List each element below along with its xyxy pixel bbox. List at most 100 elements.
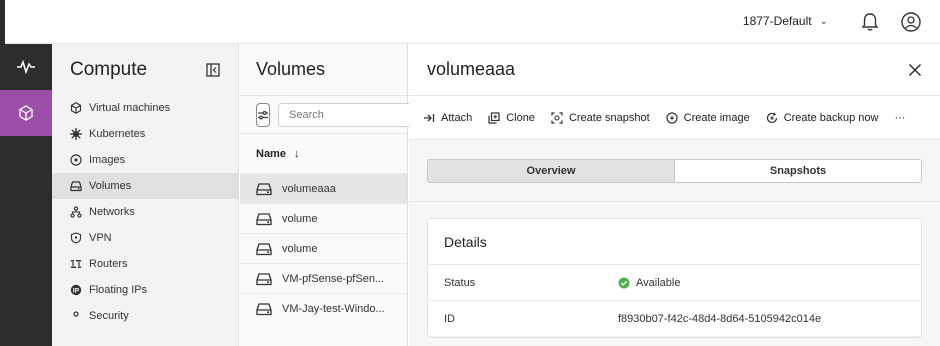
pulse-icon <box>17 60 35 74</box>
disc-icon <box>70 154 82 166</box>
list-item[interactable]: VM-Jay-test-Windo... <box>240 293 407 323</box>
list-item-label: volume <box>282 242 318 255</box>
project-selector[interactable]: 1877-Default ⌄ <box>743 14 828 28</box>
check-circle-icon <box>618 277 630 288</box>
collapse-sidebar-icon[interactable] <box>206 62 220 77</box>
column-label: Name <box>256 147 286 160</box>
clone-label: Clone <box>506 111 535 124</box>
sidebar-item-label: Images <box>89 154 126 166</box>
bell-icon[interactable] <box>860 11 880 33</box>
detail-title: volumeaaa <box>427 59 516 79</box>
clone-button[interactable]: Clone <box>488 112 535 124</box>
create-image-button[interactable]: Create image <box>666 112 750 124</box>
sidebar-item-label: Routers <box>89 258 128 270</box>
svg-text:IP: IP <box>73 287 80 294</box>
rail-activity[interactable] <box>0 44 52 90</box>
sidebar-item-label: Volumes <box>89 180 132 192</box>
image-icon <box>666 111 678 124</box>
list-item[interactable]: volume <box>240 233 407 263</box>
sidebar-item-virtual-machines[interactable]: Virtual machines <box>52 95 238 121</box>
sidebar-item-security[interactable]: Security <box>52 303 238 329</box>
field-row-id: ID f8930b07-f42c-48d4-8d64-5105942c014e <box>428 301 921 337</box>
sidebar-item-volumes[interactable]: Volumes <box>52 173 238 199</box>
user-icon[interactable] <box>900 11 922 33</box>
chevron-down-icon: ⌄ <box>819 15 828 27</box>
drive-icon <box>256 242 272 255</box>
more-actions-icon[interactable]: ··· <box>894 112 905 124</box>
create-image-label: Create image <box>683 111 750 124</box>
ip-icon: IP <box>70 284 82 296</box>
project-name: 1877-Default <box>742 14 812 28</box>
detail-body: Details Status Available ID f8930b07-f42… <box>409 202 940 346</box>
volume-detail-panel: volumeaaa Attach Clone Create snapshot C… <box>409 44 940 346</box>
field-key: ID <box>444 312 455 325</box>
list-toolbar <box>240 95 431 133</box>
detail-header: volumeaaa <box>409 44 940 96</box>
field-value: Available <box>618 277 680 289</box>
drive-icon <box>256 212 272 225</box>
sidebar-item-label: Floating IPs <box>89 284 148 296</box>
sliders-icon <box>258 110 268 119</box>
sidebar-item-label: VPN <box>89 232 112 244</box>
tab-snapshots[interactable]: Snapshots <box>675 159 921 182</box>
sort-desc-icon: ↓ <box>293 147 300 160</box>
status-text: Available <box>636 276 681 289</box>
field-key: Status <box>444 276 476 289</box>
sidebar-item-networks[interactable]: Networks <box>52 199 238 225</box>
sidebar-item-vpn[interactable]: VPN <box>52 225 238 251</box>
details-card: Details Status Available ID f8930b07-f42… <box>427 218 922 338</box>
sidebar-item-routers[interactable]: Routers <box>52 251 238 277</box>
field-value: f8930b07-f42c-48d4-8d64-5105942c014e <box>618 312 822 325</box>
sidebar-item-label: Virtual machines <box>89 102 171 114</box>
security-icon <box>73 311 79 317</box>
sidebar-item-label: Kubernetes <box>89 128 146 140</box>
list-item-label: volumeaaa <box>282 182 336 195</box>
cube-icon <box>19 105 33 121</box>
tabs-area: Overview Snapshots <box>409 140 940 202</box>
filter-button[interactable] <box>256 102 270 127</box>
shield-icon <box>70 232 82 244</box>
sidebar-item-kubernetes[interactable]: Kubernetes <box>52 121 238 147</box>
field-row-status: Status Available <box>428 265 921 301</box>
card-title: Details <box>428 219 921 265</box>
icon-rail <box>0 44 52 346</box>
attach-label: Attach <box>441 111 473 124</box>
rail-compute[interactable] <box>0 90 52 136</box>
router-icon <box>71 260 81 268</box>
tab-switcher: Overview Snapshots <box>427 158 922 183</box>
list-item[interactable]: volume <box>240 203 407 233</box>
sidebar-item-floating-ips[interactable]: IP Floating IPs <box>52 277 238 303</box>
sidebar-item-label: Security <box>89 310 129 322</box>
tab-overview[interactable]: Overview <box>428 159 675 182</box>
list-item[interactable]: volumeaaa <box>240 173 407 203</box>
list-title: Volumes <box>256 59 326 79</box>
sidebar-header: Compute <box>52 44 238 95</box>
attach-button[interactable]: Attach <box>423 112 472 124</box>
list-item-label: VM-pfSense-pfSen... <box>282 272 385 285</box>
attach-icon <box>424 113 435 122</box>
name-column-header[interactable]: Name ↓ <box>240 133 407 173</box>
sidebar-item-label: Networks <box>89 206 135 218</box>
create-snapshot-button[interactable]: Create snapshot <box>551 112 650 124</box>
create-backup-label: Create backup now <box>783 111 879 124</box>
create-backup-button[interactable]: Create backup now <box>766 111 879 124</box>
clone-icon <box>488 111 500 124</box>
cube-icon <box>70 102 82 114</box>
close-icon[interactable] <box>908 63 922 77</box>
drive-icon <box>256 272 272 285</box>
volume-list-panel: Volumes Name ↓ volumeaaa volume volume V… <box>240 44 431 346</box>
list-item-label: volume <box>282 212 318 225</box>
list-item[interactable]: VM-pfSense-pfSen... <box>240 263 407 293</box>
top-bar: 1877-Default ⌄ <box>0 0 940 44</box>
sidebar-item-images[interactable]: Images <box>52 147 238 173</box>
action-bar: Attach Clone Create snapshot Create imag… <box>409 96 940 140</box>
backup-icon <box>766 111 777 123</box>
network-icon <box>70 206 82 218</box>
list-item-label: VM-Jay-test-Windo... <box>282 302 385 315</box>
drive-icon <box>70 181 82 192</box>
sidebar-title: Compute <box>70 58 148 80</box>
rail-top-stub <box>0 0 5 44</box>
create-snapshot-label: Create snapshot <box>568 111 650 124</box>
helm-icon <box>70 128 82 140</box>
drive-icon <box>256 302 272 315</box>
